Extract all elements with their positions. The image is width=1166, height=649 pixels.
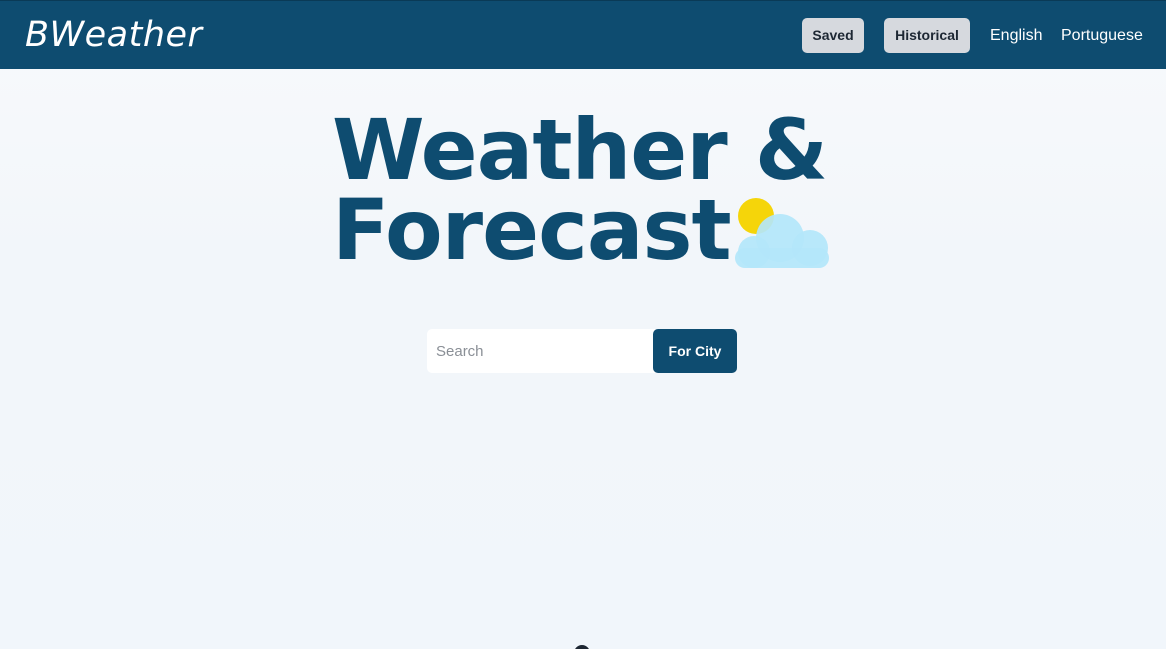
language-portuguese-link[interactable]: Portuguese: [1061, 25, 1143, 47]
top-navbar: BWeather Saved Historical English Portug…: [0, 0, 1166, 69]
scroll-indicator: [574, 645, 590, 649]
for-city-button[interactable]: For City: [653, 329, 737, 373]
language-english-link[interactable]: English: [990, 25, 1042, 47]
brand-logo[interactable]: BWeather: [25, 15, 202, 55]
search-input[interactable]: [427, 329, 655, 373]
sun-behind-cloud-icon: [735, 198, 829, 268]
saved-button[interactable]: Saved: [802, 18, 864, 53]
city-search-form: For City: [427, 329, 737, 373]
hero-title-line-1: Weather &: [332, 101, 828, 199]
historical-button[interactable]: Historical: [884, 18, 970, 53]
